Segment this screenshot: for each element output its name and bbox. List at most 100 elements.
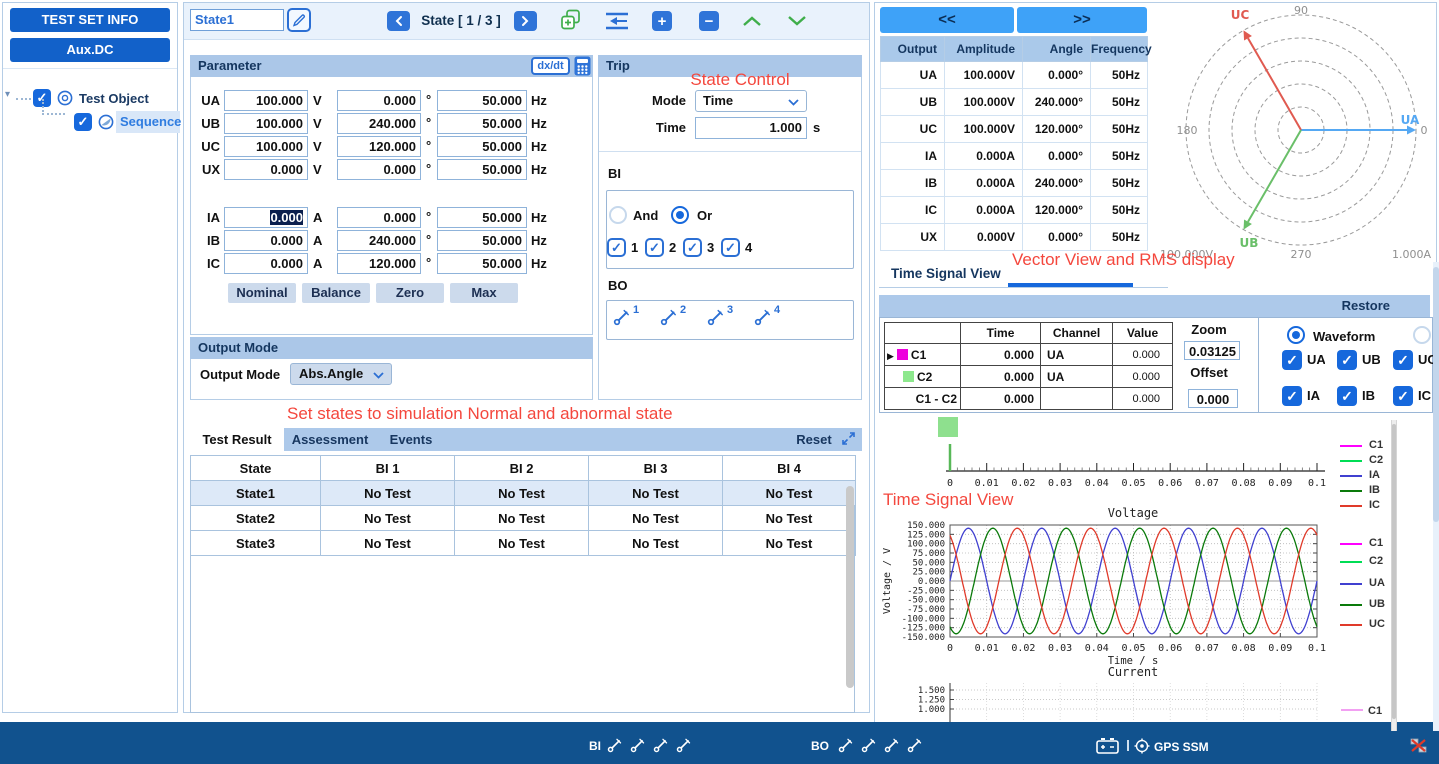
tree-item-test-object[interactable]: Test Object <box>79 91 149 106</box>
frequency-input-UA[interactable]: 50.000 <box>437 90 527 111</box>
cursor-row[interactable]: ▶C10.000UA0.000 <box>885 344 1173 366</box>
bi-checkbox-3[interactable]: ✓ <box>683 238 702 257</box>
tab-events[interactable]: Events <box>376 428 446 451</box>
rms-row: IC0.000A120.000°50Hz <box>881 197 1148 224</box>
zoom-input[interactable]: 0.03125 <box>1184 341 1240 360</box>
frequency-input-UC[interactable]: 50.000 <box>437 136 527 157</box>
tree-item-sequence[interactable]: Sequence <box>120 114 181 129</box>
or-radio[interactable] <box>671 206 689 224</box>
annotation-state-control: State Control <box>655 70 825 90</box>
offset-input[interactable]: 0.000 <box>1188 389 1238 408</box>
tab-test-result[interactable]: Test Result <box>190 428 284 451</box>
svg-text:Voltage: Voltage <box>1108 506 1159 520</box>
cursor-row[interactable]: C1 - C20.0000.000 <box>885 388 1173 410</box>
frequency-input-IA[interactable]: 50.000 <box>437 207 527 228</box>
test-result-row[interactable]: State2No TestNo TestNo TestNo Test <box>191 506 856 531</box>
tab-assessment[interactable]: Assessment <box>284 428 376 451</box>
sequence-checkbox[interactable]: ✓ <box>74 113 92 131</box>
angle-input-UX[interactable]: 0.000 <box>337 159 421 180</box>
test-result-row[interactable]: State3No TestNo TestNo TestNo Test <box>191 531 856 556</box>
state-name-input[interactable]: State1 <box>190 9 284 31</box>
rms-prev-button[interactable]: << <box>880 7 1014 33</box>
prev-state-button[interactable] <box>387 11 410 31</box>
add-state-button[interactable]: + <box>652 11 672 31</box>
timeline-cursor-handle[interactable] <box>938 417 958 437</box>
insert-state-button[interactable] <box>603 10 631 32</box>
amplitude-input-IC[interactable]: 0.000 <box>224 253 308 274</box>
frequency-input-UB[interactable]: 50.000 <box>437 113 527 134</box>
and-radio[interactable] <box>609 206 627 224</box>
channel-checkbox-UC[interactable]: ✓ <box>1393 350 1413 370</box>
angle-input-UB[interactable]: 240.000 <box>337 113 421 134</box>
bo-switch-2[interactable] <box>660 308 680 328</box>
bo-switch-4[interactable] <box>754 308 774 328</box>
bi-checkbox-2[interactable]: ✓ <box>645 238 664 257</box>
switch-icon <box>861 737 877 753</box>
test-set-info-button[interactable]: TEST SET INFO <box>10 8 170 32</box>
calculator-button[interactable] <box>574 56 591 76</box>
amplitude-input-IA[interactable]: 0.000 <box>224 207 308 228</box>
panel-scrollbar-thumb[interactable] <box>1433 267 1439 522</box>
trip-time-input[interactable]: 1.000 <box>695 117 807 139</box>
next-state-button[interactable] <box>514 11 537 31</box>
amplitude-input-IB[interactable]: 0.000 <box>224 230 308 251</box>
preset-nominal-button[interactable]: Nominal <box>228 283 296 303</box>
alt-view-radio[interactable] <box>1413 326 1431 344</box>
svg-text:0.09: 0.09 <box>1268 643 1292 654</box>
restore-button[interactable]: Restore <box>1330 298 1390 313</box>
move-down-button[interactable] <box>786 14 808 28</box>
angle-input-UC[interactable]: 120.000 <box>337 136 421 157</box>
amplitude-input-UA[interactable]: 100.000 <box>224 90 308 111</box>
copy-state-button[interactable] <box>559 8 583 32</box>
channel-checkbox-IB[interactable]: ✓ <box>1337 386 1357 406</box>
cursor-row[interactable]: C20.000UA0.000 <box>885 366 1173 388</box>
legend-line-UC <box>1340 624 1362 626</box>
tab-time-signal-view[interactable]: Time Signal View <box>891 266 1001 281</box>
rms-next-button[interactable]: >> <box>1017 7 1147 33</box>
trip-mode-select[interactable]: Time <box>695 90 807 112</box>
svg-text:1.250: 1.250 <box>918 696 945 706</box>
amplitude-input-UX[interactable]: 0.000 <box>224 159 308 180</box>
channel-label-IB: IB <box>1362 388 1380 404</box>
output-mode-select[interactable]: Abs.Angle <box>290 363 392 385</box>
test-result-column: State <box>191 456 321 481</box>
preset-balance-button[interactable]: Balance <box>302 283 370 303</box>
channel-checkbox-UB[interactable]: ✓ <box>1337 350 1357 370</box>
bo-switch-1[interactable] <box>613 308 633 328</box>
switch-icon <box>660 308 678 326</box>
angle-input-IB[interactable]: 240.000 <box>337 230 421 251</box>
frequency-input-IC[interactable]: 50.000 <box>437 253 527 274</box>
remove-state-button[interactable]: − <box>699 11 719 31</box>
test-result-row[interactable]: State1No TestNo TestNo TestNo Test <box>191 481 856 506</box>
frequency-input-UX[interactable]: 50.000 <box>437 159 527 180</box>
angle-input-IA[interactable]: 0.000 <box>337 207 421 228</box>
channel-checkbox-IC[interactable]: ✓ <box>1393 386 1413 406</box>
angle-input-UA[interactable]: 0.000 <box>337 90 421 111</box>
dxdt-button[interactable]: dx/dt <box>531 57 570 75</box>
frequency-input-IB[interactable]: 50.000 <box>437 230 527 251</box>
amplitude-input-UB[interactable]: 100.000 <box>224 113 308 134</box>
rms-column: Angle <box>1023 37 1091 62</box>
expand-button[interactable] <box>841 431 857 447</box>
preset-max-button[interactable]: Max <box>450 283 518 303</box>
rename-state-button[interactable] <box>287 8 311 32</box>
move-up-button[interactable] <box>741 14 763 28</box>
angle-input-IC[interactable]: 120.000 <box>337 253 421 274</box>
test-result-scrollbar[interactable] <box>846 486 854 688</box>
bo-switch-3[interactable] <box>707 308 727 328</box>
offset-label: Offset <box>1178 365 1240 380</box>
waveform-scrollbar-thumb[interactable] <box>1392 424 1396 719</box>
tree-expander-icon[interactable]: ▾ <box>5 89 10 100</box>
bi-checkbox-1[interactable]: ✓ <box>607 238 626 257</box>
degree-unit: ° <box>426 138 436 154</box>
amplitude-input-UC[interactable]: 100.000 <box>224 136 308 157</box>
preset-zero-button[interactable]: Zero <box>376 283 444 303</box>
channel-checkbox-IA[interactable]: ✓ <box>1282 386 1302 406</box>
degree-unit: ° <box>426 92 436 108</box>
bi-checkbox-4[interactable]: ✓ <box>721 238 740 257</box>
waveform-radio[interactable] <box>1287 326 1305 344</box>
svg-text:1.500: 1.500 <box>918 686 945 696</box>
channel-checkbox-UA[interactable]: ✓ <box>1282 350 1302 370</box>
reset-button[interactable]: Reset <box>788 428 840 451</box>
aux-dc-button[interactable]: Aux.DC <box>10 38 170 62</box>
